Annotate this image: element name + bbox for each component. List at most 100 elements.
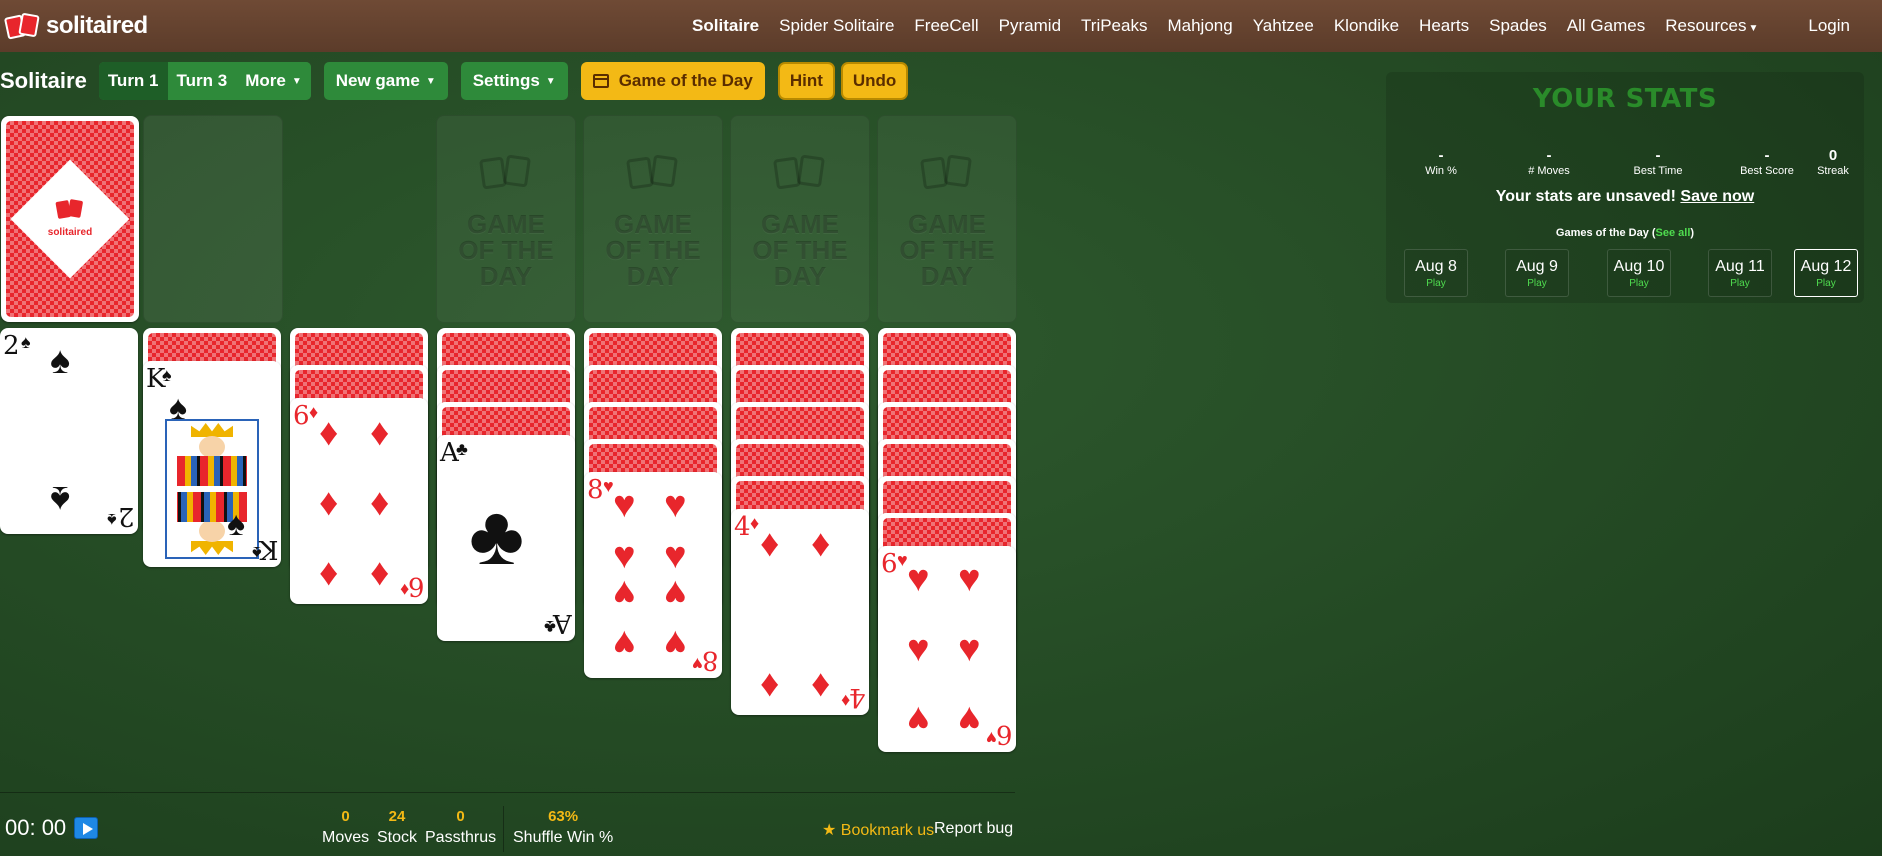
undo-button[interactable]: Undo xyxy=(840,62,909,100)
cards-watermark-icon xyxy=(626,154,680,190)
day-tile-aug-10[interactable]: Aug 10 Play xyxy=(1607,249,1671,297)
card-back-pattern: solitaired xyxy=(6,121,134,317)
game-timer: 00: 00 xyxy=(5,815,99,841)
foundation-2[interactable]: GAME OF THE DAY xyxy=(583,115,723,323)
foundation-3[interactable]: GAME OF THE DAY xyxy=(730,115,870,323)
nav-link-hearts[interactable]: Hearts xyxy=(1409,16,1479,36)
stat-value: 0 xyxy=(1828,147,1838,164)
gotd-label: Games of the Day ( xyxy=(1555,227,1656,239)
passthrus-counter: 0 Passthrus xyxy=(425,808,496,847)
day-tile-aug-9[interactable]: Aug 9 Play xyxy=(1505,249,1569,297)
turn-1-button[interactable]: Turn 1 xyxy=(98,62,168,100)
hint-button[interactable]: Hint xyxy=(777,62,835,100)
game-of-the-day-button[interactable]: Game of the Day xyxy=(580,62,765,100)
settings-button[interactable]: Settings ▼ xyxy=(460,62,568,100)
card-rank: 4 xyxy=(849,682,866,712)
nav-link-pyramid[interactable]: Pyramid xyxy=(989,16,1071,36)
bookmark-link[interactable]: ★ Bookmark us xyxy=(822,820,934,840)
card-rank: K xyxy=(258,534,278,564)
new-game-button[interactable]: New game ▼ xyxy=(323,62,448,100)
foundation-1[interactable]: GAME OF THE DAY xyxy=(436,115,576,323)
diamond-icon: ♦ xyxy=(750,513,760,533)
foundation-4[interactable]: GAME OF THE DAY xyxy=(877,115,1017,323)
day-play: Play xyxy=(1816,278,1836,289)
diamond-icon: ♦ xyxy=(309,402,319,422)
waste-pile[interactable] xyxy=(143,115,283,323)
tableau-6-card-4-of-diamonds[interactable]: 4 ♦ ♦ ♦ ♦ ♦ ♦ 4 xyxy=(731,509,869,715)
day-tile-aug-8[interactable]: Aug 8 Play xyxy=(1404,249,1468,297)
stat-value: - xyxy=(1438,147,1444,164)
tableau-2-card-king-of-spades[interactable]: K ♠ ♠ ♠ ♠ K xyxy=(143,361,281,567)
cards-logo-icon xyxy=(55,198,85,220)
nav-link-solitaire[interactable]: Solitaire xyxy=(682,16,769,36)
tableau-4-card-ace-of-clubs[interactable]: A ♣ ♣ ♣ A xyxy=(437,435,575,641)
report-bug-link[interactable]: Report bug xyxy=(934,820,1013,838)
day-tile-aug-12[interactable]: Aug 12 Play xyxy=(1794,249,1858,297)
turn-3-button[interactable]: Turn 3 xyxy=(167,62,237,100)
card-rank: 2 xyxy=(3,331,20,361)
diamond-icon: ♦ xyxy=(760,523,780,565)
nav-link-resources-label: Resources xyxy=(1665,16,1747,35)
diamond-icon: ♦ xyxy=(319,552,339,594)
play-icon[interactable] xyxy=(74,817,99,839)
stock-label: Stock xyxy=(377,829,418,846)
foundation-placeholder: GAME OF THE DAY xyxy=(584,211,722,289)
new-game-label: New game xyxy=(335,71,420,90)
heart-icon: ♥ xyxy=(613,622,636,664)
games-of-the-day-heading: Games of the Day (See all) xyxy=(1386,227,1864,239)
nav-link-all-games[interactable]: All Games xyxy=(1557,16,1655,36)
day-tile-aug-11[interactable]: Aug 11 Play xyxy=(1708,249,1772,297)
stock-value: 24 xyxy=(388,808,406,825)
foundation-placeholder: GAME OF THE DAY xyxy=(437,211,575,289)
spade-icon: ♠ xyxy=(50,478,71,520)
diamond-icon: ♦ xyxy=(760,663,780,705)
card-rank: 6 xyxy=(996,719,1013,749)
nav-link-yahtzee[interactable]: Yahtzee xyxy=(1243,16,1324,36)
stat-win-percent: - Win % xyxy=(1396,147,1486,177)
day-date: Aug 11 xyxy=(1715,258,1765,275)
card-rank: 8 xyxy=(702,645,719,675)
heart-icon: ♥ xyxy=(958,698,981,740)
stat-label: Best Time xyxy=(1633,165,1683,177)
save-now-link[interactable]: Save now xyxy=(1680,188,1754,205)
card-rank: 6 xyxy=(293,401,310,431)
heart-icon: ♥ xyxy=(613,572,636,614)
top-nav: solitaired Solitaire Spider Solitaire Fr… xyxy=(0,0,1882,52)
moves-counter: 0 Moves xyxy=(322,808,369,847)
caret-down-icon: ▼ xyxy=(1748,23,1759,34)
nav-link-mahjong[interactable]: Mahjong xyxy=(1157,16,1242,36)
login-link[interactable]: Login xyxy=(1798,16,1860,36)
diamond-icon: ♦ xyxy=(370,552,390,594)
site-logo[interactable]: solitaired xyxy=(3,12,148,40)
spade-icon: ♠ xyxy=(169,389,188,427)
tableau-7-card-6-of-hearts[interactable]: 6 ♥ ♥ ♥ ♥ ♥ ♥ ♥ ♥ 6 xyxy=(878,546,1016,752)
see-all-link[interactable]: See all xyxy=(1656,227,1691,239)
foundation-placeholder: GAME OF THE DAY xyxy=(731,211,869,289)
nav-link-klondike[interactable]: Klondike xyxy=(1324,16,1409,36)
more-button[interactable]: More ▼ xyxy=(236,62,311,100)
tableau-5-card-8-of-hearts[interactable]: 8 ♥ ♥ ♥ ♥ ♥ ♥ ♥ ♥ ♥ ♥ 8 xyxy=(584,472,722,678)
heart-icon: ♥ xyxy=(958,558,981,600)
stock-counter: 24 Stock xyxy=(377,808,417,847)
diamond-icon: ♦ xyxy=(811,523,831,565)
tableau-1-card-2-of-spades[interactable]: 2 ♠ ♠ ♠ ♠ 2 xyxy=(0,328,138,534)
nav-link-spider-solitaire[interactable]: Spider Solitaire xyxy=(769,16,904,36)
stock-pile[interactable]: solitaired xyxy=(1,116,139,322)
games-of-the-day-list: Aug 8 Play Aug 9 Play Aug 10 Play Aug 11… xyxy=(1404,249,1858,299)
nav-link-resources[interactable]: Resources ▼ xyxy=(1655,16,1768,36)
footer-divider xyxy=(0,792,1015,793)
caret-down-icon: ▼ xyxy=(425,75,436,87)
unsaved-notice: Your stats are unsaved! Save now xyxy=(1386,188,1864,206)
stat-streak: 0 Streak xyxy=(1788,147,1878,177)
nav-link-freecell[interactable]: FreeCell xyxy=(904,16,988,36)
passthrus-value: 0 xyxy=(456,808,465,825)
shuffle-value: 63% xyxy=(548,808,579,825)
spade-icon: ♠ xyxy=(162,365,172,385)
nav-link-tripeaks[interactable]: TriPeaks xyxy=(1071,16,1157,36)
stat-moves: - # Moves xyxy=(1504,147,1594,177)
stat-label: Streak xyxy=(1817,165,1849,177)
tableau-3-card-6-of-diamonds[interactable]: 6 ♦ ♦ ♦ ♦ ♦ ♦ ♦ ♦ 6 xyxy=(290,398,428,604)
cards-watermark-icon xyxy=(773,154,827,190)
nav-link-spades[interactable]: Spades xyxy=(1479,16,1557,36)
heart-icon: ♥ xyxy=(958,628,981,670)
